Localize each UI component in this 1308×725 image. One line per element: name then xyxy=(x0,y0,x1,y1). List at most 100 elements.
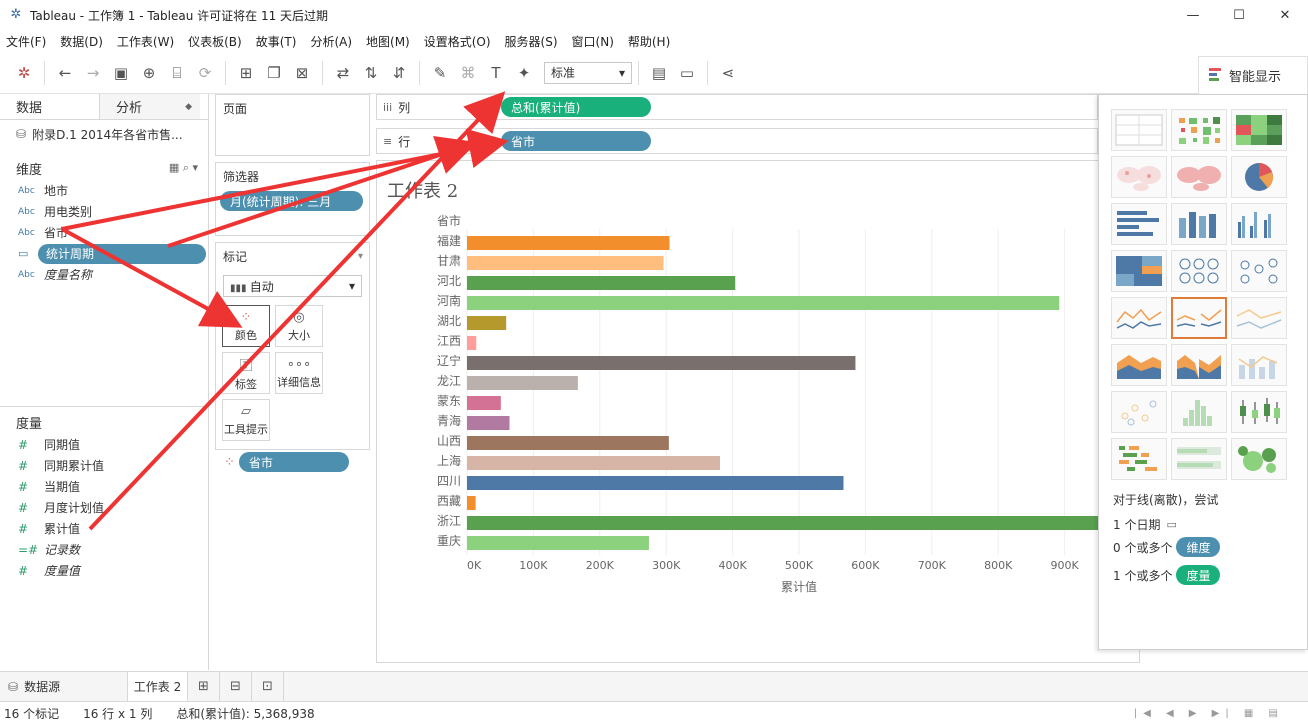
menu-file[interactable]: 文件(F) xyxy=(6,33,46,50)
swap-rows-columns-icon[interactable]: ⇄ xyxy=(329,59,357,87)
field-prior-value[interactable]: # 同期值 xyxy=(0,434,208,455)
datasource-tab[interactable]: ⛁ 数据源 xyxy=(0,671,128,702)
box-plot-option[interactable] xyxy=(1231,391,1287,433)
mark-type-select[interactable]: ▮▮▮ 自动 ▾ xyxy=(223,275,362,297)
field-measure-names[interactable]: Abc 度量名称 xyxy=(0,264,208,285)
circle-view-option[interactable] xyxy=(1171,250,1227,292)
field-measure-values[interactable]: # 度量值 xyxy=(0,560,208,581)
show-me-tab[interactable]: 智能显示 xyxy=(1198,56,1308,94)
highlight-icon[interactable]: ✎ xyxy=(426,59,454,87)
columns-pill[interactable]: 总和(累计值) xyxy=(501,97,651,117)
field-usage-category[interactable]: Abc 用电类别 xyxy=(0,201,208,222)
menu-worksheet[interactable]: 工作表(W) xyxy=(117,33,174,50)
close-button[interactable]: ✕ xyxy=(1262,0,1308,30)
histogram-option[interactable] xyxy=(1171,391,1227,433)
save-icon[interactable]: ▣ xyxy=(107,59,135,87)
dual-combination-option[interactable] xyxy=(1231,344,1287,386)
menu-window[interactable]: 窗口(N) xyxy=(572,33,614,50)
continuous-line-option[interactable] xyxy=(1111,297,1167,339)
field-period[interactable]: 统计周期 xyxy=(38,243,206,264)
show-cards-icon[interactable]: ▤ xyxy=(645,59,673,87)
menu-dashboard[interactable]: 仪表板(B) xyxy=(188,33,242,50)
menu-data[interactable]: 数据(D) xyxy=(60,33,103,50)
bullet-graph-option[interactable] xyxy=(1171,438,1227,480)
sort-ascending-icon[interactable]: ⇅ xyxy=(357,59,385,87)
scatter-plot-option[interactable] xyxy=(1111,391,1167,433)
field-current-value[interactable]: # 当期值 xyxy=(0,476,208,497)
new-worksheet-icon[interactable]: ⊞ xyxy=(188,671,220,702)
rows-pill[interactable]: 省市 xyxy=(501,131,651,151)
undo-icon[interactable]: ← xyxy=(51,59,79,87)
menu-story[interactable]: 故事(T) xyxy=(256,33,297,50)
show-labels-icon[interactable]: T xyxy=(482,59,510,87)
fit-select[interactable]: 标准 ▾ xyxy=(544,61,632,84)
size-button[interactable]: ◎ 大小 xyxy=(275,305,323,347)
columns-shelf[interactable]: iii 列 总和(累计值) xyxy=(376,94,1098,120)
presentation-mode-icon[interactable]: ▭ xyxy=(673,59,701,87)
pages-card[interactable]: 页面 xyxy=(215,94,370,156)
pie-chart-option[interactable] xyxy=(1231,156,1287,198)
refresh-icon[interactable]: ⟳ xyxy=(191,59,219,87)
field-city[interactable]: Abc 地市 xyxy=(0,180,208,201)
duplicate-sheet-icon[interactable]: ❐ xyxy=(260,59,288,87)
color-button[interactable]: ⁘ 颜色 xyxy=(222,305,270,347)
new-dashboard-icon[interactable]: ⊟ xyxy=(220,671,252,702)
clear-sheet-icon[interactable]: ⊠ xyxy=(288,59,316,87)
fix-axes-icon[interactable]: ✦ xyxy=(510,59,538,87)
horizontal-bar-option[interactable] xyxy=(1111,203,1167,245)
sort-descending-icon[interactable]: ⇵ xyxy=(385,59,413,87)
share-icon[interactable]: ⋖ xyxy=(714,59,742,87)
side-by-side-bar-option[interactable] xyxy=(1231,203,1287,245)
redo-icon[interactable]: → xyxy=(79,59,107,87)
datasource-item[interactable]: ⛁ 附录D.1 2014年各省市售... xyxy=(0,120,208,148)
worksheet-view[interactable]: 工作表 2 省市 福建 甘肃 河北 河南 湖北 江西 辽宁 龙江 蒙东 青海 山西 上海 四川 西藏 浙江 重庆… xyxy=(376,160,1140,663)
new-worksheet-icon[interactable]: ⊞ xyxy=(232,59,260,87)
menu-chevron-icon[interactable]: ▾ xyxy=(192,161,198,174)
menu-help[interactable]: 帮助(H) xyxy=(628,33,670,50)
packed-bubbles-option[interactable] xyxy=(1231,438,1287,480)
symbol-map-option[interactable] xyxy=(1111,156,1167,198)
maximize-button[interactable]: ☐ xyxy=(1216,0,1262,30)
heatmap-option[interactable] xyxy=(1171,109,1227,151)
detail-button[interactable]: ∘∘∘ 详细信息 xyxy=(275,352,323,394)
filters-card[interactable]: 筛选器 月(统计周期): 三月 xyxy=(215,162,370,236)
minimize-button[interactable]: — xyxy=(1170,0,1216,30)
dual-line-option[interactable] xyxy=(1231,297,1287,339)
field-prior-cumulative[interactable]: # 同期累计值 xyxy=(0,455,208,476)
sheet-navigation-icon[interactable]: |◀ ◀ ▶ ▶| ▦ ▤ xyxy=(1134,708,1284,719)
tab-data[interactable]: 数据 xyxy=(0,94,100,119)
gantt-option[interactable] xyxy=(1111,438,1167,480)
filled-map-option[interactable] xyxy=(1171,156,1227,198)
side-by-side-circle-option[interactable] xyxy=(1231,250,1287,292)
discrete-line-option[interactable] xyxy=(1171,297,1227,339)
treemap-option[interactable] xyxy=(1111,250,1167,292)
field-cumulative[interactable]: # 累计值 xyxy=(0,518,208,539)
menu-format[interactable]: 设置格式(O) xyxy=(424,33,491,50)
area-discrete-option[interactable] xyxy=(1171,344,1227,386)
tab-analysis[interactable]: 分析 ◆ xyxy=(100,94,200,119)
tableau-home-icon[interactable]: ✲ xyxy=(10,59,38,87)
view-list-icon[interactable]: ▦ xyxy=(169,161,179,174)
search-icon[interactable]: ⌕ xyxy=(183,161,189,174)
pause-updates-icon[interactable]: ⌸ xyxy=(163,59,191,87)
rows-shelf[interactable]: ≡ 行 省市 xyxy=(376,128,1098,154)
chevron-down-icon[interactable]: ▾ xyxy=(358,251,363,262)
new-datasource-icon[interactable]: ⊕ xyxy=(135,59,163,87)
menu-server[interactable]: 服务器(S) xyxy=(505,33,558,50)
group-icon[interactable]: ⌘ xyxy=(454,59,482,87)
stacked-bar-option[interactable] xyxy=(1171,203,1227,245)
sheet-tab[interactable]: 工作表 2 xyxy=(128,671,188,702)
color-pill[interactable]: 省市 xyxy=(238,452,349,472)
area-chart-option[interactable] xyxy=(1111,344,1167,386)
text-table-option[interactable] xyxy=(1111,109,1167,151)
field-province[interactable]: Abc 省市 xyxy=(0,222,208,243)
menu-analysis[interactable]: 分析(A) xyxy=(310,33,352,50)
menu-map[interactable]: 地图(M) xyxy=(366,33,410,50)
new-story-icon[interactable]: ⊡ xyxy=(252,671,284,702)
highlight-table-option[interactable] xyxy=(1231,109,1287,151)
label-button[interactable]: 🅃 标签 xyxy=(222,352,270,394)
field-monthly-plan[interactable]: # 月度计划值 xyxy=(0,497,208,518)
tooltip-button[interactable]: ▱ 工具提示 xyxy=(222,399,270,441)
filter-pill[interactable]: 月(统计周期): 三月 xyxy=(220,191,363,211)
field-record-count[interactable]: =# 记录数 xyxy=(0,539,208,560)
